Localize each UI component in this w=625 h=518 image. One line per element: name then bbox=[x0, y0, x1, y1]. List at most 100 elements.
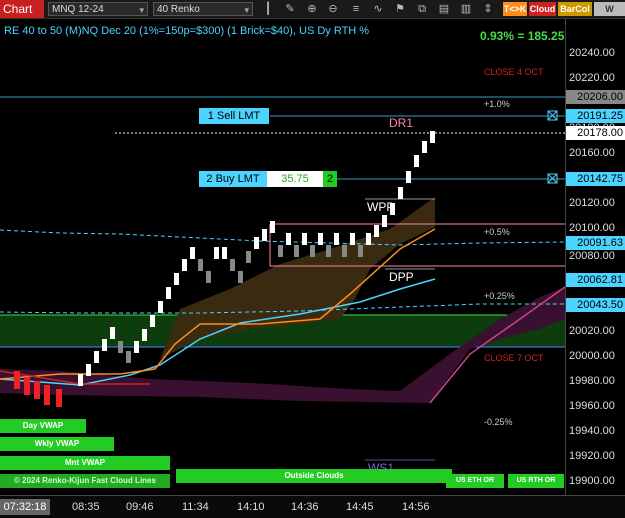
period-selector[interactable]: 40 Renko ▾ bbox=[153, 2, 253, 16]
us-rth-or-button[interactable]: US RTH OR bbox=[508, 474, 564, 488]
dr1-label: DR1 bbox=[389, 116, 414, 130]
brick-red bbox=[24, 377, 30, 395]
w-vwap-button[interactable]: W VWA bbox=[594, 2, 625, 28]
price-tick: 19980.00 bbox=[569, 375, 615, 387]
last-price-marker: 20178.00 bbox=[566, 126, 625, 140]
percent-readout: 0.93% = 185.25 bbox=[480, 29, 565, 43]
brick bbox=[150, 315, 155, 327]
indicators-icon[interactable]: ∿ bbox=[371, 2, 385, 16]
brick bbox=[222, 247, 227, 259]
wkly-vwap-button[interactable]: Wkly VWAP bbox=[0, 437, 114, 451]
draw-icon[interactable]: ✎ bbox=[283, 2, 297, 16]
brick bbox=[254, 237, 259, 249]
time-tick: 14:45 bbox=[346, 501, 374, 513]
brick bbox=[214, 247, 219, 259]
brick bbox=[358, 245, 363, 257]
brick bbox=[190, 247, 195, 259]
brick bbox=[342, 245, 347, 257]
brick bbox=[422, 141, 427, 153]
brick bbox=[78, 374, 83, 386]
zoom-out-icon[interactable]: ⊖ bbox=[326, 2, 340, 16]
time-tick: 08:35 bbox=[72, 501, 100, 513]
sell-order-label[interactable]: 1 Sell LMT bbox=[199, 108, 269, 124]
minus-025-pct-label: -0.25% bbox=[484, 417, 513, 427]
time-axis[interactable]: 07:32:18 08:35 09:46 11:34 14:10 14:36 1… bbox=[0, 495, 625, 518]
day-vwap-button[interactable]: Day VWAP bbox=[0, 419, 86, 433]
strategy-icon[interactable]: ⚑ bbox=[393, 2, 407, 16]
close-7-oct-label: CLOSE 7 OCT bbox=[484, 353, 544, 363]
price-tick: 20120.00 bbox=[569, 197, 615, 209]
brick bbox=[374, 225, 379, 237]
time-tick: 11:34 bbox=[182, 501, 209, 513]
price-tick: 20080.00 bbox=[569, 250, 615, 262]
price-tick: 19940.00 bbox=[569, 425, 615, 437]
plus-05-pct-label: +0.5% bbox=[484, 227, 510, 237]
brick bbox=[414, 155, 419, 167]
bar-style-icon[interactable]: ┃ bbox=[261, 2, 275, 16]
price-marker: 20191.25 bbox=[566, 109, 625, 123]
properties-icon[interactable]: ≡ bbox=[349, 2, 363, 16]
brick bbox=[158, 301, 163, 313]
plus-1-pct-label: +1.0% bbox=[484, 99, 510, 109]
zoom-in-icon[interactable]: ⊕ bbox=[305, 2, 319, 16]
brick-red bbox=[56, 389, 62, 407]
instrument-selector[interactable]: MNQ 12-24 ▾ bbox=[48, 2, 148, 16]
brick bbox=[166, 287, 171, 299]
templates-icon[interactable]: ▥ bbox=[459, 2, 473, 16]
clone-icon[interactable]: ⇕ bbox=[481, 2, 495, 16]
brick bbox=[174, 273, 179, 285]
brick bbox=[118, 341, 123, 353]
dashed-level-upper bbox=[0, 229, 565, 246]
price-tick: 20220.00 bbox=[569, 72, 615, 84]
outside-clouds-button[interactable]: Outside Clouds bbox=[176, 469, 452, 483]
chart-title: Chart bbox=[0, 0, 44, 18]
dpp-label: DPP bbox=[389, 270, 414, 284]
time-tick: 14:36 bbox=[291, 501, 319, 513]
cloud-button[interactable]: Cloud bbox=[529, 2, 556, 16]
instrument-value: MNQ 12-24 bbox=[52, 4, 104, 15]
brick bbox=[238, 271, 243, 283]
brick bbox=[406, 171, 411, 183]
brick bbox=[198, 259, 203, 271]
brick bbox=[142, 329, 147, 341]
barcol-button[interactable]: BarCol bbox=[558, 2, 592, 16]
brick bbox=[310, 245, 315, 257]
brick bbox=[334, 233, 339, 245]
price-tick: 20160.00 bbox=[569, 147, 615, 159]
close-icon bbox=[547, 110, 558, 121]
buy-order-qty[interactable]: 2 bbox=[323, 171, 337, 187]
us-eth-or-button[interactable]: US ETH OR bbox=[446, 474, 504, 488]
price-tick: 19920.00 bbox=[569, 450, 615, 462]
brick bbox=[126, 351, 131, 363]
time-tick: 14:56 bbox=[402, 501, 430, 513]
price-axis[interactable]: 20240.00 20220.00 20180.00 20160.00 2012… bbox=[565, 19, 625, 495]
brick bbox=[278, 245, 283, 257]
price-tick: 19900.00 bbox=[569, 475, 615, 487]
price-marker: 20062.81 bbox=[566, 273, 625, 287]
fast-cloud-lines-label: © 2024 Renko-Kijun Fast Cloud Lines bbox=[0, 474, 170, 488]
brick bbox=[326, 245, 331, 257]
price-tick: 20240.00 bbox=[569, 47, 615, 59]
price-marker: 20043.50 bbox=[566, 298, 625, 312]
cursor-time: 07:32:18 bbox=[0, 499, 50, 515]
brick-red bbox=[14, 371, 20, 389]
wpp-label: WPP bbox=[367, 200, 395, 214]
brick bbox=[318, 233, 323, 245]
brick bbox=[350, 233, 355, 245]
time-tick: 09:46 bbox=[126, 501, 154, 513]
brick bbox=[294, 245, 299, 257]
price-marker: 20091.63 bbox=[566, 236, 625, 250]
tk-button[interactable]: T<>K bbox=[503, 2, 527, 16]
attach-icon[interactable]: ⧉ bbox=[415, 2, 429, 16]
chart-panel[interactable]: RE 40 to 50 (M)NQ Dec 20 (1%=150p=$300) … bbox=[0, 19, 565, 495]
brick bbox=[262, 229, 267, 241]
brick bbox=[430, 131, 435, 143]
price-tick: 20020.00 bbox=[569, 325, 615, 337]
order-cancel-markers bbox=[547, 110, 558, 184]
mnt-vwap-button[interactable]: Mnt VWAP bbox=[0, 456, 170, 470]
brick bbox=[302, 233, 307, 245]
data-box-icon[interactable]: ▤ bbox=[437, 2, 451, 16]
buy-order-label[interactable]: 2 Buy LMT bbox=[199, 171, 267, 187]
brick bbox=[86, 364, 91, 376]
buy-order-price[interactable]: 35.75 bbox=[267, 171, 323, 187]
